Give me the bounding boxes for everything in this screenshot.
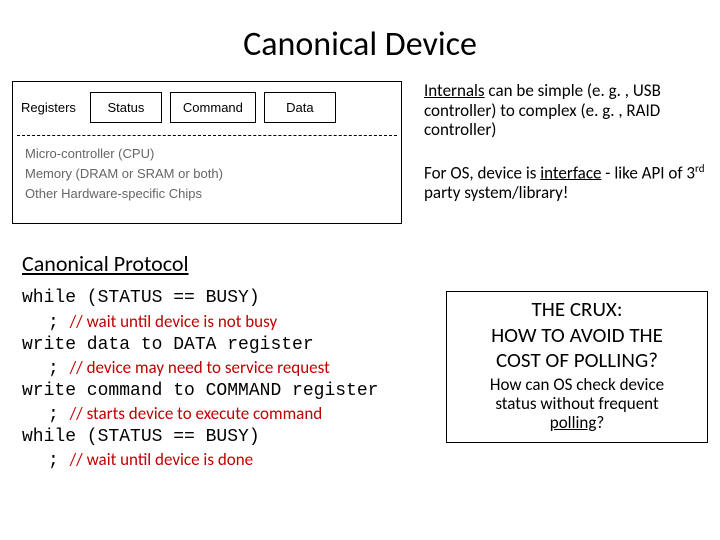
protocol-note-2: ; // device may need to service request [48,356,422,380]
right-notes: Internals can be simple (e. g. , USB con… [402,81,708,224]
register-box-data: Data [264,92,336,123]
register-box-command: Command [170,92,256,123]
diagram-registers-row: Registers Status Command Data [13,82,401,135]
crux-title-2: HOW TO AVOID THE [455,324,699,348]
register-box-status: Status [90,92,162,123]
crux-wrap: THE CRUX: HOW TO AVOID THE COST OF POLLI… [422,287,708,472]
protocol-note-4: ; // wait until device is done [48,448,422,472]
protocol-header: Canonical Protocol [22,250,720,277]
protocol-note-3: ; // starts device to execute command [48,402,422,426]
note-interface-keyword: interface [540,162,601,183]
diagram-line-1: Micro-controller (CPU) [25,144,389,164]
crux-body-2: status without frequent [455,394,699,413]
note-interface-d: party system/library! [424,182,568,203]
protocol-comment-4: // wait until device is done [70,449,254,470]
upper-row: Registers Status Command Data Micro-cont… [0,81,720,224]
protocol-comment-3: // starts device to execute command [70,403,323,424]
note-interface-a: For OS, device is [424,162,540,183]
slide-title: Canonical Device [0,0,720,81]
semicolon: ; [48,313,70,333]
protocol-line-1: while (STATUS == BUSY) [22,287,422,309]
protocol-line-4: while (STATUS == BUSY) [22,426,422,448]
protocol-block: while (STATUS == BUSY) ; // wait until d… [22,287,422,472]
semicolon: ; [48,451,70,471]
semicolon: ; [48,405,70,425]
registers-label: Registers [21,100,76,115]
crux-body-1: How can OS check device [455,375,699,394]
note-internals-keyword: Internals [424,80,485,101]
crux-qmark: ? [596,412,604,433]
note-internals: Internals can be simple (e. g. , USB con… [424,81,708,140]
protocol-comment-2: // device may need to service request [70,357,330,378]
protocol-note-1: ; // wait until device is not busy [48,310,422,334]
crux-title-1: THE CRUX: [455,298,699,322]
lower-row: while (STATUS == BUSY) ; // wait until d… [0,287,720,472]
protocol-line-3: write command to COMMAND register [22,380,422,402]
crux-title-3: COST OF POLLING? [455,349,699,373]
crux-box: THE CRUX: HOW TO AVOID THE COST OF POLLI… [446,291,708,443]
note-interface-c: - like API of 3 [601,162,695,183]
diagram-internals-list: Micro-controller (CPU) Memory (DRAM or S… [13,136,401,214]
protocol-comment-1: // wait until device is not busy [70,311,278,332]
crux-body-3: polling? [455,413,699,432]
device-diagram: Registers Status Command Data Micro-cont… [12,81,402,224]
crux-polling-word: polling [550,412,597,433]
semicolon: ; [48,359,70,379]
protocol-line-2: write data to DATA register [22,334,422,356]
diagram-line-2: Memory (DRAM or SRAM or both) [25,164,389,184]
diagram-line-3: Other Hardware-specific Chips [25,184,389,204]
note-interface-sup: rd [695,161,705,175]
note-interface: For OS, device is interface - like API o… [424,162,708,203]
